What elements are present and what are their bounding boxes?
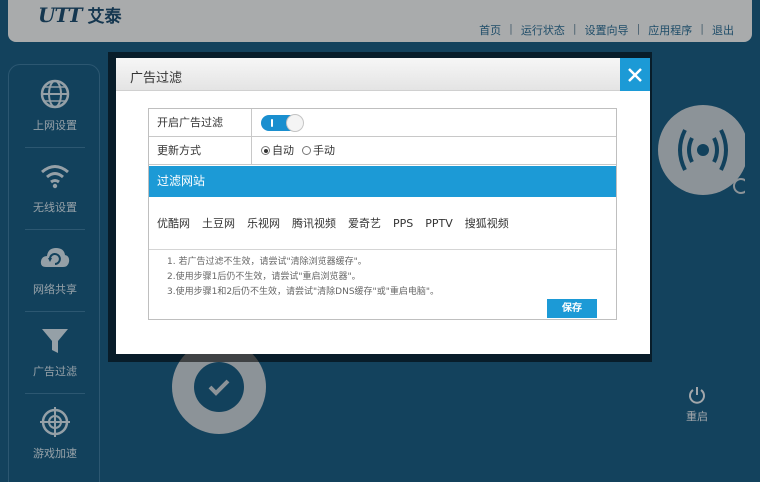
radio-manual-label: 手动 [313, 144, 335, 157]
enable-row: 开启广告过滤 [149, 109, 616, 137]
site-tudou: 土豆网 [202, 217, 235, 230]
help-note: 3.使用步骤1和2后仍不生效，请尝试"清除DNS缓存"或"重启电脑"。 [167, 287, 439, 297]
site-iqiyi: 爱奇艺 [348, 217, 381, 230]
help-note: 1. 若广告过滤不生效，请尝试"清除浏览器缓存"。 [167, 257, 367, 267]
site-youku: 优酷网 [157, 217, 190, 230]
radio-auto-dot[interactable] [261, 146, 270, 155]
dialog-header: 广告过滤 [116, 58, 650, 91]
radio-auto[interactable]: 自动 [261, 137, 294, 164]
close-button[interactable] [620, 58, 650, 91]
site-letv: 乐视网 [247, 217, 280, 230]
radio-manual[interactable]: 手动 [302, 137, 335, 164]
update-mode-group: 自动 手动 [261, 137, 335, 164]
enable-label: 开启广告过滤 [149, 109, 252, 136]
site-sohu-video: 搜狐视频 [464, 217, 509, 230]
site-pptv: PPTV [425, 216, 453, 230]
site-tencent-video: 腾讯视频 [292, 217, 336, 230]
dialog-title: 广告过滤 [130, 71, 183, 86]
close-icon [628, 67, 642, 82]
save-button[interactable]: 保存 [547, 299, 597, 318]
update-mode-row: 更新方式 自动 手动 [149, 137, 616, 165]
enable-toggle[interactable] [261, 114, 304, 132]
toggle-knob [286, 114, 304, 132]
radio-auto-label: 自动 [272, 144, 294, 157]
help-notes: 1. 若广告过滤不生效，请尝试"清除浏览器缓存"。 2.使用步骤1后仍不生效，请… [167, 255, 439, 300]
update-mode-label: 更新方式 [149, 137, 252, 164]
settings-panel: 开启广告过滤 更新方式 自动 手动 过滤网站 优酷网 土豆网 乐视网 腾讯视频 … [148, 108, 617, 320]
radio-manual-dot[interactable] [302, 146, 311, 155]
toggle-on-indicator [271, 119, 273, 127]
filter-sites-header: 过滤网站 [149, 166, 616, 197]
site-pps: PPS [393, 216, 414, 230]
filter-sites-list: 优酷网 土豆网 乐视网 腾讯视频 爱奇艺 PPS PPTV 搜狐视频 [149, 197, 616, 250]
ad-filter-dialog: 广告过滤 开启广告过滤 更新方式 自动 手动 过滤网站 优酷网 土豆网 乐视网 … [116, 58, 650, 354]
help-note: 2.使用步骤1后仍不生效，请尝试"重启浏览器"。 [167, 272, 361, 282]
